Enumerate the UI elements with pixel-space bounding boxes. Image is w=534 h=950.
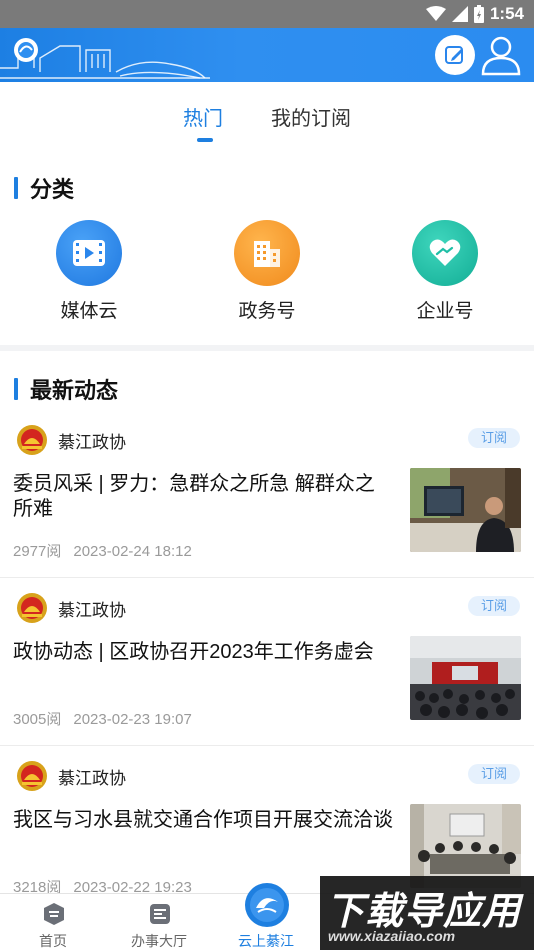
categories-heading: 分类 xyxy=(14,172,74,204)
news-thumbnail[interactable] xyxy=(410,468,521,552)
user-icon xyxy=(481,36,521,76)
nav-label: 办事大厅 xyxy=(131,933,187,949)
battery-icon xyxy=(473,5,484,23)
cppcc-emblem-icon xyxy=(17,761,47,791)
nav-label: 云上綦江 xyxy=(238,933,294,949)
signal-icon xyxy=(451,6,468,22)
news-thumbnail[interactable] xyxy=(410,636,521,720)
view-count: 2977阅 xyxy=(13,543,62,560)
video-icon xyxy=(56,220,122,286)
news-section-title: 最新动态 xyxy=(30,378,119,403)
watermark-url: www.xiazaiiao.com xyxy=(328,928,456,944)
news-item[interactable]: 綦江政协 订阅 委员风采 | 罗力：急群众之所急 解群众之所难 2977阅 202… xyxy=(0,410,534,578)
section-divider xyxy=(0,345,534,351)
status-icons: 1:54 xyxy=(425,4,524,24)
news-heading: 最新动态 xyxy=(14,373,118,405)
edit-icon xyxy=(445,46,463,64)
source-name: 綦江政协 xyxy=(58,432,126,452)
nav-cloud-qijiang[interactable]: 云上綦江 xyxy=(216,883,316,950)
subscribe-button[interactable]: 订阅 xyxy=(468,596,520,616)
category-label: 企业号 xyxy=(416,301,474,322)
category-label: 政务号 xyxy=(238,301,296,322)
source-name: 綦江政协 xyxy=(58,600,126,620)
publish-date: 2023-02-24 18:12 xyxy=(73,543,192,560)
status-time: 1:54 xyxy=(489,4,524,23)
source-row[interactable]: 綦江政协 xyxy=(16,592,126,624)
tab-subscribed[interactable]: 我的订阅 xyxy=(271,102,351,131)
user-button[interactable] xyxy=(480,34,522,76)
edit-button[interactable] xyxy=(435,35,475,75)
source-name: 綦江政协 xyxy=(58,768,126,788)
cppcc-emblem-icon xyxy=(17,425,47,455)
categories-title: 分类 xyxy=(30,177,75,202)
publish-date: 2023-02-23 19:07 xyxy=(73,711,192,728)
tab-indicator xyxy=(197,138,213,142)
wifi-icon xyxy=(425,6,446,21)
city-skyline-logo xyxy=(0,38,210,79)
status-bar: 1:54 xyxy=(0,0,534,28)
site-watermark: 下载导应用 www.xiazaiiao.com xyxy=(320,876,534,950)
nav-home[interactable]: 首页 xyxy=(3,894,103,950)
nav-label: 首页 xyxy=(39,933,67,949)
tab-hot[interactable]: 热门 xyxy=(183,102,223,131)
subscribe-button[interactable]: 订阅 xyxy=(468,428,520,448)
news-item[interactable]: 綦江政协 订阅 政协动态 | 区政协召开2023年工作务虚会 3005阅 2023… xyxy=(0,578,534,746)
news-title[interactable]: 我区与习水县就交通合作项目开展交流洽谈 xyxy=(13,808,393,833)
source-row[interactable]: 綦江政协 xyxy=(16,760,126,792)
feed-tabs: 热门 我的订阅 xyxy=(0,82,534,148)
app-header xyxy=(0,28,534,82)
news-title[interactable]: 委员风采 | 罗力：急群众之所急 解群众之所难 xyxy=(13,472,393,522)
category-label: 媒体云 xyxy=(60,301,118,322)
section-marker xyxy=(14,378,18,400)
section-marker xyxy=(14,177,18,199)
building-icon xyxy=(234,220,300,286)
home-icon xyxy=(44,903,64,925)
subscribe-button[interactable]: 订阅 xyxy=(468,764,520,784)
view-count: 3005阅 xyxy=(13,711,62,728)
news-title[interactable]: 政协动态 | 区政协召开2023年工作务虚会 xyxy=(13,640,393,665)
nav-service-hall[interactable]: 办事大厅 xyxy=(109,894,209,950)
category-media-cloud[interactable]: 媒体云 xyxy=(34,220,144,323)
watermark-title: 下载导应用 xyxy=(326,891,522,933)
news-meta: 3005阅 2023-02-23 19:07 xyxy=(13,708,192,729)
document-icon xyxy=(150,904,170,924)
source-row[interactable]: 綦江政协 xyxy=(16,424,126,456)
category-government[interactable]: 政务号 xyxy=(212,220,322,323)
cloud-qijiang-logo-icon xyxy=(245,883,289,927)
news-meta: 2977阅 2023-02-24 18:12 xyxy=(13,540,192,561)
heart-handshake-icon xyxy=(412,220,478,286)
category-enterprise[interactable]: 企业号 xyxy=(390,220,500,323)
cppcc-emblem-icon xyxy=(17,593,47,623)
